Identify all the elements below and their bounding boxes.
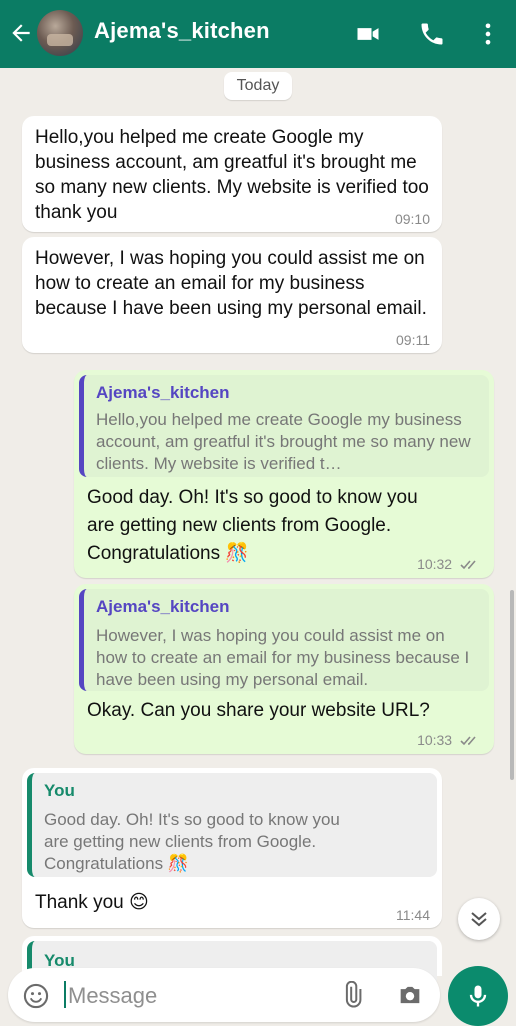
message-input[interactable]: Message: [68, 983, 157, 1009]
quoted-message[interactable]: Ajema's_kitchen Hello,you helped me crea…: [79, 375, 489, 477]
quote-text: However, I was hoping you could assist m…: [96, 626, 470, 689]
quoted-message[interactable]: You Good day. Oh! It's so good to know y…: [27, 773, 437, 877]
more-vertical-icon[interactable]: [474, 20, 502, 48]
message-text: Hello,you helped me create Google my bus…: [35, 127, 429, 223]
date-divider: Today: [224, 72, 292, 100]
back-arrow-icon[interactable]: [8, 20, 34, 46]
message-time: 10:32: [417, 556, 453, 572]
quoted-message[interactable]: Ajema's_kitchen However, I was hoping yo…: [79, 589, 489, 691]
camera-icon[interactable]: [395, 981, 425, 1009]
phone-icon[interactable]: [418, 20, 446, 48]
scrollbar[interactable]: [510, 590, 514, 780]
message-time: 09:10: [394, 211, 430, 227]
double-check-icon: [460, 560, 476, 570]
quote-text: Good day. Oh! It's so good to know you a…: [44, 810, 340, 873]
contact-name[interactable]: Ajema's_kitchen: [94, 18, 270, 44]
contact-avatar[interactable]: [37, 10, 83, 56]
mic-icon: [469, 985, 487, 1007]
outgoing-message[interactable]: Ajema's_kitchen Hello,you helped me crea…: [74, 370, 494, 578]
quote-author: Ajema's_kitchen: [96, 383, 230, 402]
voice-record-button[interactable]: [448, 966, 508, 1026]
message-text: Good day. Oh! It's so good to know you a…: [87, 487, 418, 564]
chat-header: Ajema's_kitchen: [0, 0, 516, 68]
message-text: However, I was hoping you could assist m…: [35, 248, 427, 319]
outgoing-message[interactable]: Ajema's_kitchen However, I was hoping yo…: [74, 584, 494, 754]
scroll-to-bottom-button[interactable]: [458, 898, 500, 940]
quote-author: You: [44, 781, 75, 800]
message-time: 10:33: [417, 732, 453, 748]
text-cursor: [64, 981, 66, 1008]
message-composer[interactable]: Message: [8, 968, 440, 1022]
message-text: Okay. Can you share your website URL?: [87, 700, 430, 721]
message-time: 09:11: [396, 332, 430, 348]
attach-icon[interactable]: [338, 981, 366, 1009]
emoji-icon[interactable]: [22, 982, 50, 1010]
message-text: Thank you 😊: [35, 892, 149, 913]
double-chevron-down-icon: [471, 912, 487, 927]
incoming-message[interactable]: You Good day. Oh! It's so good to know y…: [22, 768, 442, 928]
message-meta: 10:33: [417, 732, 482, 748]
incoming-message[interactable]: Hello,you helped me create Google my bus…: [22, 116, 442, 232]
quote-author: Ajema's_kitchen: [96, 597, 230, 616]
message-meta: 10:32: [417, 556, 482, 572]
quote-text: Hello,you helped me create Google my bus…: [96, 410, 471, 473]
message-time: 11:44: [396, 907, 430, 923]
incoming-message[interactable]: However, I was hoping you could assist m…: [22, 237, 442, 353]
double-check-icon: [460, 736, 476, 746]
video-call-icon[interactable]: [354, 20, 382, 48]
